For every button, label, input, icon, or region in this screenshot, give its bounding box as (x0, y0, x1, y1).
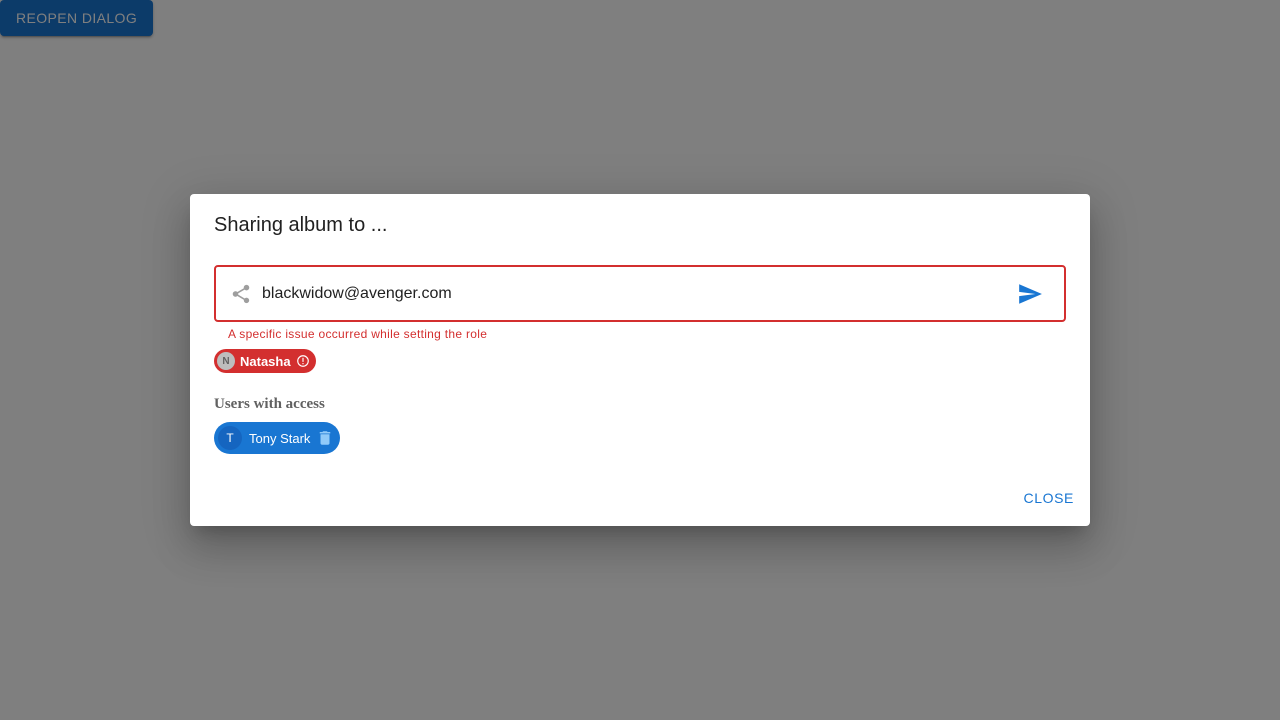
share-icon (232, 284, 250, 304)
pending-user-chip[interactable]: N Natasha (214, 349, 316, 373)
input-error-message: A specific issue occurred while setting … (228, 327, 488, 341)
delete-icon[interactable] (316, 429, 334, 447)
send-icon (1019, 284, 1042, 304)
error-outline-icon (296, 355, 309, 367)
users-with-access-heading: Users with access (214, 396, 325, 412)
user-chip[interactable]: T Tony Stark (214, 422, 341, 454)
chip-avatar: N (217, 352, 235, 370)
chip-avatar: T (218, 426, 242, 450)
send-button[interactable] (1016, 281, 1044, 307)
dialog-title: Sharing album to ... (214, 214, 388, 236)
email-input-container (214, 265, 1066, 322)
chip-label: Tony Stark (249, 430, 311, 446)
app-root: Reopen dialog Sharing album to ... A spe… (0, 0, 1280, 720)
share-dialog: Sharing album to ... A specific issue oc… (190, 194, 1090, 526)
email-input[interactable] (262, 279, 1002, 309)
close-button[interactable]: Close (1016, 480, 1082, 516)
chip-label: Natasha (240, 353, 291, 369)
